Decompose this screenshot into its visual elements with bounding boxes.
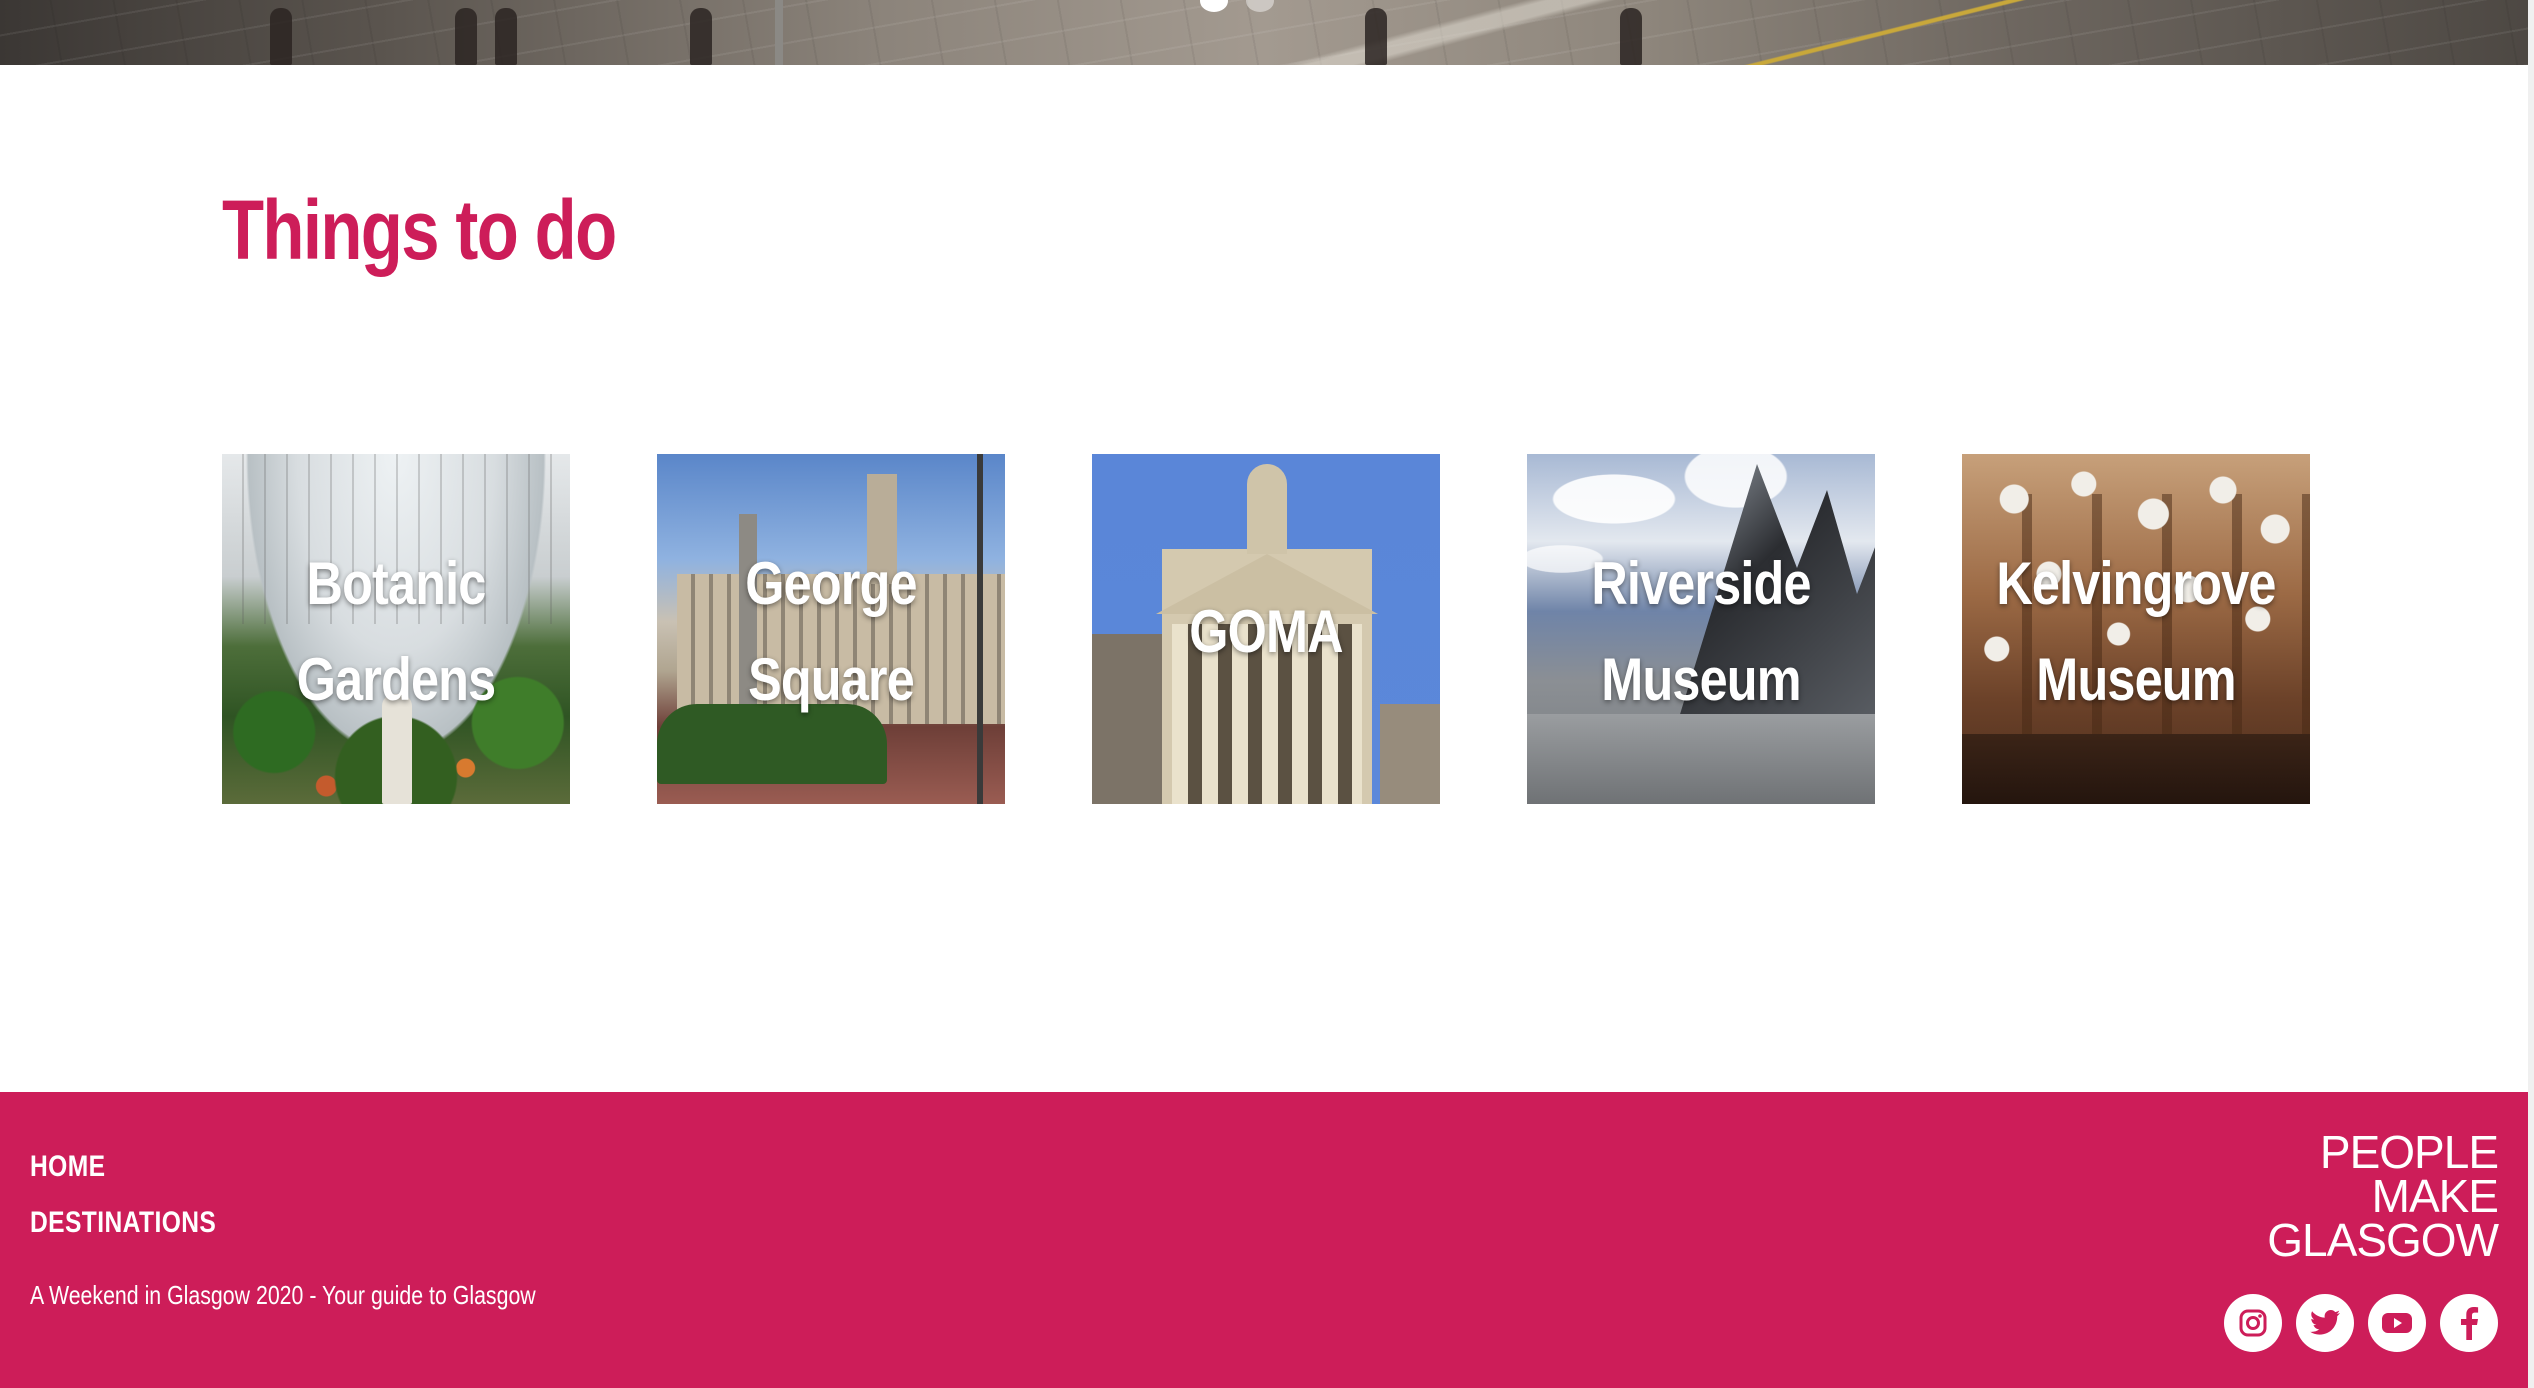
side-building [1380, 704, 1440, 804]
hero-pedestrian [270, 8, 292, 65]
youtube-icon[interactable] [2368, 1294, 2426, 1352]
hall-floor [1962, 734, 2310, 804]
hero-pedestrian [455, 8, 477, 65]
card-label-line: George [745, 550, 917, 617]
footer-nav-item: DESTINATIONS [30, 1206, 257, 1240]
card-label: Kelvingrove Museum [1990, 536, 2282, 728]
hero-road-line [1720, 0, 2050, 65]
footer-tagline: A Weekend in Glasgow 2020 - Your guide t… [30, 1280, 536, 1310]
hero-pedestrian [495, 8, 517, 65]
card-george-square[interactable]: George Square [657, 454, 1005, 804]
scrollbar[interactable] [2528, 0, 2534, 1388]
card-label-line: Gardens [296, 646, 496, 713]
twitter-icon[interactable] [2296, 1294, 2354, 1352]
hero-pedestrian [1620, 8, 1642, 65]
card-botanic-gardens[interactable]: Botanic Gardens [222, 454, 570, 804]
card-label: George Square [685, 536, 977, 728]
logo-line: GLASGOW [2267, 1214, 2499, 1266]
section-title: Things to do [222, 183, 617, 277]
card-label: GOMA [1120, 584, 1412, 680]
card-label-line: Riverside [1591, 550, 1811, 617]
facebook-icon[interactable] [2440, 1294, 2498, 1352]
page: Things to do Botanic Gardens George Squa… [0, 0, 2534, 1388]
hero-carousel-image [0, 0, 2528, 65]
card-goma[interactable]: GOMA [1092, 454, 1440, 804]
footer-nav-item: HOME [30, 1150, 257, 1184]
hero-pedestrian [1365, 8, 1387, 65]
card-label: Botanic Gardens [250, 536, 542, 728]
card-label-line: GOMA [1189, 598, 1343, 665]
logo-line: PEOPLE [2319, 1126, 2499, 1178]
footer-nav: HOME DESTINATIONS [30, 1150, 257, 1262]
card-label-line: Botanic [306, 550, 487, 617]
card-label-line: Museum [2036, 646, 2236, 713]
site-footer: HOME DESTINATIONS A Weekend in Glasgow 2… [0, 1092, 2528, 1388]
card-label-line: Square [748, 646, 915, 713]
hero-lamp-post [775, 0, 783, 65]
card-label: Riverside Museum [1555, 536, 1847, 728]
social-links [2224, 1294, 2498, 1352]
card-label-line: Kelvingrove [1996, 550, 2276, 617]
card-kelvingrove-museum[interactable]: Kelvingrove Museum [1962, 454, 2310, 804]
card-riverside-museum[interactable]: Riverside Museum [1527, 454, 1875, 804]
things-to-do-grid: Botanic Gardens George Square GOMA River… [222, 454, 2312, 804]
logo-line: MAKE [2371, 1170, 2499, 1222]
lamp-post [977, 454, 983, 804]
cupola [1247, 464, 1287, 554]
hero-pedestrian [690, 8, 712, 65]
people-make-glasgow-logo[interactable]: PEOPLE MAKE GLASGOW [2267, 1126, 2499, 1266]
footer-link-destinations[interactable]: DESTINATIONS [30, 1206, 216, 1240]
footer-link-home[interactable]: HOME [30, 1150, 105, 1184]
card-label-line: Museum [1601, 646, 1801, 713]
instagram-icon[interactable] [2224, 1294, 2282, 1352]
